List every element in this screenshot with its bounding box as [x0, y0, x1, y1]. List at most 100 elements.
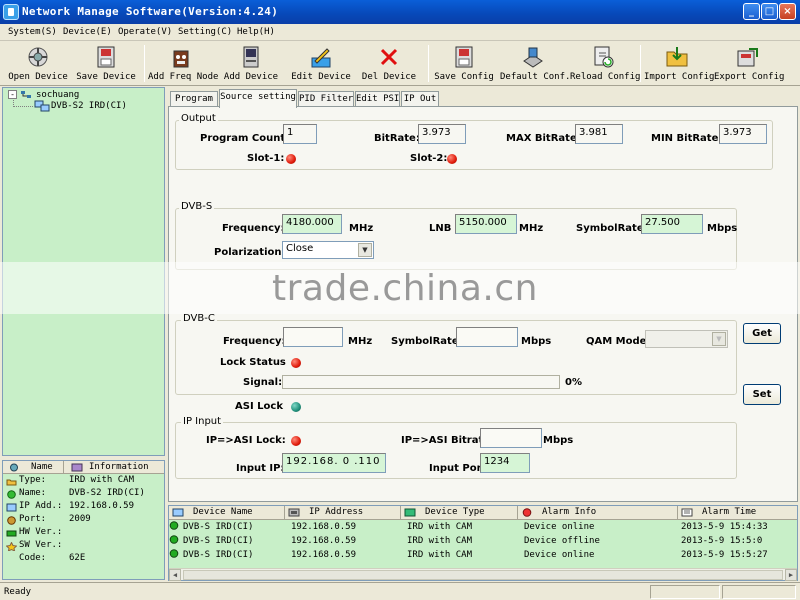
polarization-select[interactable]: Close ▼	[282, 241, 374, 259]
edit-device-label: Edit Device	[291, 72, 351, 82]
add-device-icon	[243, 46, 259, 68]
input-ip-label: Input IP:	[236, 463, 285, 474]
tab-program[interactable]: Program	[170, 91, 218, 107]
dvbc-symbolrate-input[interactable]	[456, 327, 518, 347]
del-device-label: Del Device	[361, 72, 417, 82]
info-value: 192.168.0.59	[69, 501, 135, 511]
scroll-thumb[interactable]	[183, 570, 783, 580]
column-ip-address-label: IP Address	[309, 507, 364, 517]
info-key: SW Ver.:	[19, 540, 63, 550]
ip-asi-lock-label: IP=>ASI Lock:	[206, 435, 286, 446]
signal-percent: 0%	[565, 377, 582, 388]
chevron-down-icon[interactable]: ▼	[358, 243, 372, 257]
dvbc-frequency-input[interactable]	[283, 327, 343, 347]
column-alarm-info[interactable]: Alarm Info	[518, 506, 678, 520]
dvbs-frequency-label: Frequency:	[222, 223, 285, 234]
get-button[interactable]: Get	[743, 323, 781, 344]
tree-node-root[interactable]: sochuang	[36, 90, 79, 100]
info-row-port: Port: 2009	[3, 514, 164, 527]
tab-ip-out[interactable]: IP Out	[401, 91, 439, 107]
menu-setting[interactable]: Setting(C)	[178, 27, 232, 37]
asi-lock-led	[291, 402, 301, 412]
save-config-icon	[455, 46, 473, 68]
ip-asi-lock-led	[291, 436, 301, 446]
dvbs-symbolrate-unit: Mbps	[707, 223, 738, 234]
chevron-down-icon[interactable]: ▼	[712, 332, 726, 346]
dvbs-symbolrate-input[interactable]: 27.500	[641, 214, 703, 234]
alarm-info: Device online	[524, 522, 595, 532]
tab-source-setting[interactable]: Source setting	[219, 89, 297, 108]
export-config-icon	[737, 48, 758, 67]
alarm-time: 2013-5-9 15:5:0	[681, 536, 763, 546]
column-device-name-label: Device Name	[193, 507, 253, 517]
open-device-button[interactable]: Open Device	[8, 43, 68, 84]
tab-edit-psi[interactable]: Edit PSI	[355, 91, 400, 107]
close-button[interactable]: ×	[779, 3, 796, 20]
del-device-button[interactable]: Del Device	[360, 43, 418, 84]
default-conf-button[interactable]: Default Conf.	[500, 43, 570, 84]
input-port-input[interactable]: 1234	[480, 453, 530, 473]
column-alarm-time[interactable]: Alarm Time	[678, 506, 797, 520]
type-icon	[6, 479, 17, 486]
lnb-input[interactable]: 5150.000	[455, 214, 517, 234]
alarm-device-name: DVB-S IRD(CI)	[183, 536, 254, 546]
signal-progress-bar	[282, 375, 560, 389]
info-row-name: Name: DVB-S2 IRD(CI)	[3, 488, 164, 501]
horizontal-scrollbar[interactable]: ◀ ▶	[169, 568, 797, 581]
maximize-button[interactable]: □	[761, 3, 778, 20]
dvbc-group-title: DVB-C	[181, 313, 217, 324]
info-row-ip: IP Add.: 192.168.0.59	[3, 501, 164, 514]
menu-device[interactable]: Device(E)	[63, 27, 112, 37]
export-config-label: Export Config	[714, 72, 785, 82]
tree-expander[interactable]: -	[8, 90, 17, 99]
add-freq-node-button[interactable]: Add Freq Node	[148, 43, 218, 84]
column-ip-address[interactable]: IP Address	[285, 506, 401, 520]
alarm-row[interactable]: DVB-S IRD(CI) 192.168.0.59 IRD with CAM …	[169, 521, 797, 534]
column-device-name[interactable]: Device Name	[169, 506, 285, 520]
toolbar-separator	[428, 45, 429, 82]
column-device-type[interactable]: Device Type	[401, 506, 518, 520]
edit-device-button[interactable]: Edit Device	[290, 43, 352, 84]
add-device-button[interactable]: Add Device	[222, 43, 280, 84]
app-icon	[3, 4, 19, 20]
bitrate-label: BitRate:	[374, 133, 420, 144]
info-header-information[interactable]: Information	[89, 462, 149, 472]
dvbs-frequency-input[interactable]: 4180.000	[282, 214, 342, 234]
info-value: 2009	[69, 514, 91, 524]
status-text: Ready	[4, 587, 32, 597]
add-device-label: Add Device	[223, 72, 279, 82]
set-button[interactable]: Set	[743, 384, 781, 405]
scroll-left-button[interactable]: ◀	[169, 569, 181, 581]
qam-mode-select[interactable]: ▼	[645, 330, 728, 348]
max-bitrate-label: MAX BitRate:	[506, 133, 581, 144]
alarm-info: Device online	[524, 550, 595, 560]
port-icon	[7, 516, 16, 525]
toolbar-separator	[640, 45, 641, 82]
scroll-right-button[interactable]: ▶	[785, 569, 797, 581]
alarm-row[interactable]: DVB-S IRD(CI) 192.168.0.59 IRD with CAM …	[169, 535, 797, 548]
reload-config-button[interactable]: Reload Config	[570, 43, 640, 84]
menu-operate[interactable]: Operate(V)	[118, 27, 172, 37]
minimize-button[interactable]: _	[743, 3, 760, 20]
tab-strip: Program Source setting PID Filter Edit P…	[168, 89, 798, 108]
save-config-button[interactable]: Save Config	[434, 43, 494, 84]
menu-system[interactable]: System(S)	[8, 27, 57, 37]
device-type-column-icon	[404, 508, 416, 517]
alarm-list[interactable]: Device Name IP Address Device Type Alarm…	[168, 505, 798, 581]
status-bar: Ready	[0, 582, 800, 600]
import-config-button[interactable]: Import Config	[644, 43, 714, 84]
info-header-name[interactable]: Name	[31, 462, 53, 472]
input-ip-input[interactable]: 192.168. 0 .110	[282, 453, 386, 473]
min-bitrate-label: MIN BitRate:	[651, 133, 723, 144]
save-device-button[interactable]: Save Device	[76, 43, 136, 84]
info-key: Code:	[19, 553, 47, 563]
alarm-row[interactable]: DVB-S IRD(CI) 192.168.0.59 IRD with CAM …	[169, 549, 797, 562]
tab-pid-filter[interactable]: PID Filter	[298, 91, 354, 107]
lnb-label: LNB	[429, 223, 452, 234]
export-config-button[interactable]: Export Config	[714, 43, 785, 84]
slot1-status-led	[286, 154, 296, 164]
menu-help[interactable]: Help(H)	[237, 27, 275, 37]
title-bar[interactable]: Network Manage Software(Version:4.24) _ …	[0, 0, 800, 24]
tree-node-device[interactable]: DVB-S2 IRD(CI)	[51, 101, 127, 111]
alarm-ip: 192.168.0.59	[291, 550, 357, 560]
